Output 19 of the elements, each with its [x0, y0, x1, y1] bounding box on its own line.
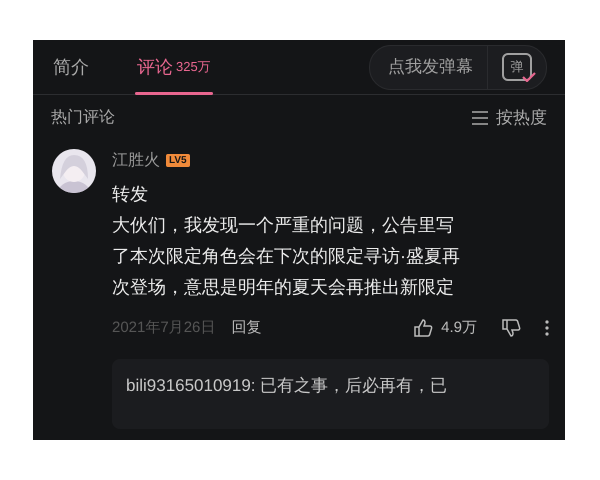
section-title: 热门评论 [51, 108, 115, 128]
menu-icon [472, 110, 488, 125]
comment-text-line: 了本次限定角色会在下次的限定寻访·盛夏再 [112, 244, 461, 268]
level-badge: LV5 [166, 154, 190, 167]
comment-date: 2021年7月26日 [112, 318, 216, 338]
reply-button[interactable]: 回复 [231, 316, 262, 339]
more-icon[interactable] [545, 320, 549, 336]
reply-preview[interactable]: bili93165010919: 已有之事，后必再有，已 [112, 359, 549, 428]
like-button[interactable]: 4.9万 [413, 316, 477, 339]
tab[interactable]: 简介 [53, 40, 89, 94]
tab[interactable]: 评论 325万 [137, 40, 211, 94]
comment-text-line: 次登场，意思是明年的夏天会再推出新限定 [112, 276, 455, 298]
thumbs-up-icon [413, 318, 434, 338]
sort-button[interactable]: 按热度 [472, 105, 547, 130]
avatar[interactable] [52, 148, 96, 192]
user-name[interactable]: 江胜火 [112, 148, 160, 172]
comment-text-line: 大伙们，我发现一个严重的问题，公告里写 [112, 214, 455, 236]
thumbs-down-icon[interactable] [501, 318, 521, 338]
comment-text-line: 转发 [112, 182, 149, 206]
